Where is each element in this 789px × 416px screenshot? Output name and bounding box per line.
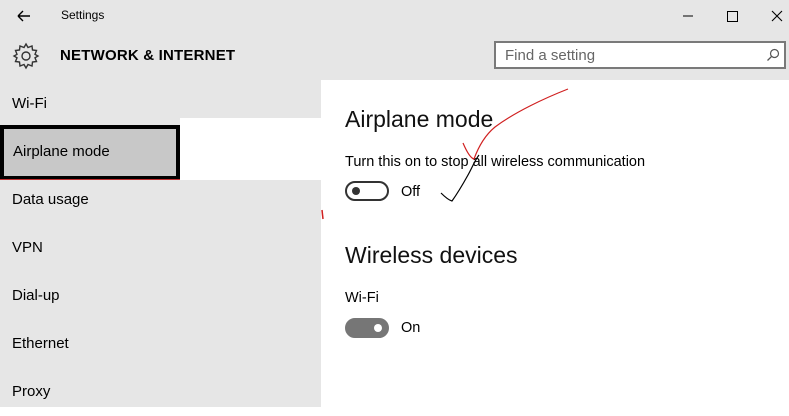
- toggle-knob: [352, 187, 360, 195]
- sidebar-item-label: Dial-up: [12, 287, 60, 304]
- close-button[interactable]: [765, 6, 789, 26]
- top-bar: Settings NETWORK & INTERNET: [0, 0, 789, 80]
- maximize-icon: [727, 11, 738, 22]
- sidebar-item-proxy[interactable]: Proxy: [0, 368, 321, 416]
- close-icon: [771, 10, 783, 22]
- arrow-left-icon: [17, 10, 30, 22]
- wifi-toggle[interactable]: [345, 318, 389, 338]
- sidebar-item-label: Airplane mode: [13, 143, 110, 160]
- annotation-erase-patch: [180, 118, 321, 180]
- sidebar-item-vpn[interactable]: VPN: [0, 224, 321, 272]
- wifi-state: On: [401, 320, 421, 336]
- sidebar-item-airplane-mode[interactable]: Airplane mode: [0, 125, 180, 179]
- section-title: NETWORK & INTERNET: [60, 47, 236, 64]
- back-button[interactable]: [12, 6, 36, 26]
- wireless-devices-heading: Wireless devices: [345, 242, 518, 268]
- airplane-mode-description: Turn this on to stop all wireless commun…: [345, 154, 646, 170]
- main-content: Airplane mode Turn this on to stop all w…: [321, 80, 789, 407]
- sidebar-item-label: VPN: [12, 239, 43, 256]
- sidebar-item-dial-up[interactable]: Dial-up: [0, 272, 321, 320]
- app-title: Settings: [61, 8, 105, 22]
- search-icon[interactable]: [766, 48, 780, 62]
- search-box[interactable]: [494, 41, 786, 69]
- search-input[interactable]: [496, 43, 767, 67]
- sidebar-item-label: Wi-Fi: [12, 95, 47, 112]
- wifi-device-label: Wi-Fi: [345, 290, 379, 306]
- maximize-button[interactable]: [720, 6, 744, 26]
- sidebar-item-label: Proxy: [12, 383, 51, 400]
- title-bar: Settings: [0, 0, 789, 32]
- toggle-knob: [374, 324, 382, 332]
- airplane-mode-state: Off: [401, 184, 421, 200]
- sidebar-item-ethernet[interactable]: Ethernet: [0, 320, 321, 368]
- gear-icon: [12, 42, 40, 70]
- sidebar-item-data-usage[interactable]: Data usage: [0, 176, 321, 224]
- sidebar-item-label: Data usage: [12, 191, 89, 208]
- minimize-button[interactable]: [676, 6, 700, 26]
- minimize-icon: [683, 15, 693, 17]
- airplane-mode-heading: Airplane mode: [345, 106, 494, 132]
- airplane-mode-toggle[interactable]: [345, 181, 389, 201]
- sidebar-item-label: Ethernet: [12, 335, 69, 352]
